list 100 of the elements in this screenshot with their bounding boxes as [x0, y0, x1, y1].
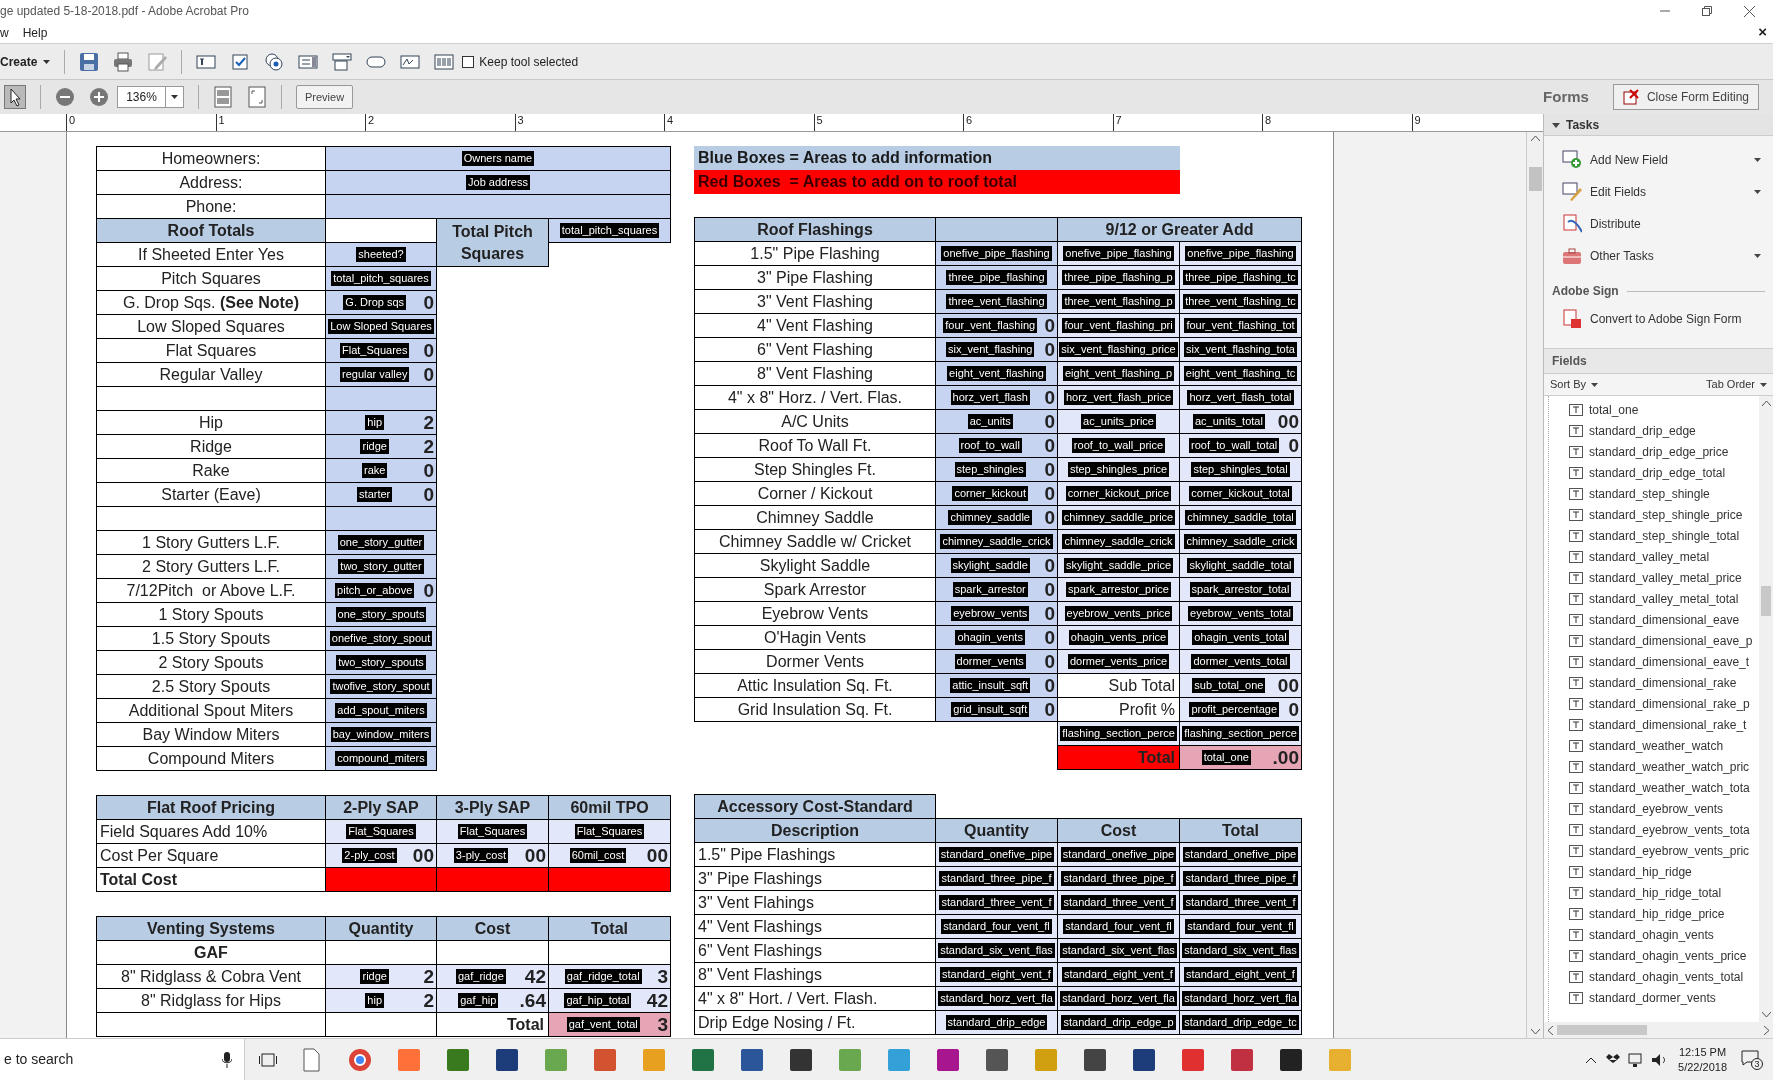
- dropbox-icon[interactable]: [1606, 1053, 1621, 1066]
- form-field[interactable]: standard_four_vent_fl: [1179, 914, 1302, 939]
- form-field[interactable]: Flat_Squares: [548, 819, 671, 844]
- form-field[interactable]: step_shingles 0: [935, 457, 1058, 482]
- form-field[interactable]: Low Sloped Squares: [325, 314, 437, 339]
- barcode-icon[interactable]: [434, 51, 455, 72]
- form-field[interactable]: standard_six_vent_flas: [935, 938, 1058, 963]
- field-list-item[interactable]: standard_dimensional_eave_p: [1569, 630, 1759, 651]
- close-icon[interactable]: [1744, 5, 1755, 17]
- form-field[interactable]: three_vent_flashing_tc: [1179, 289, 1302, 314]
- microphone-icon[interactable]: [222, 1051, 232, 1068]
- form-field[interactable]: flashing_section_perce: [1179, 721, 1302, 746]
- task-view-icon[interactable]: [259, 1051, 277, 1068]
- form-field[interactable]: add_spout_miters: [325, 698, 437, 723]
- page-icon[interactable]: [213, 86, 233, 108]
- form-field[interactable]: standard_three_pipe_f: [1057, 866, 1180, 891]
- search-field[interactable]: e to search: [0, 1039, 245, 1080]
- form-field[interactable]: horz_vert_flash_total: [1179, 385, 1302, 410]
- form-field[interactable]: total_one .00: [1179, 745, 1302, 770]
- field-list-item[interactable]: standard_dimensional_rake_t: [1569, 714, 1759, 735]
- field-list-item[interactable]: standard_drip_edge: [1569, 420, 1759, 441]
- field-list-item[interactable]: standard_dimensional_rake: [1569, 672, 1759, 693]
- form-field[interactable]: step_shingles_total: [1179, 457, 1302, 482]
- checkbox-icon[interactable]: [230, 51, 251, 72]
- task-item[interactable]: Distribute: [1544, 208, 1773, 240]
- form-field[interactable]: six_vent_flashing_tota: [1179, 337, 1302, 362]
- form-field[interactable]: Flat_Squares: [436, 819, 549, 844]
- form-field[interactable]: standard_drip_edge_tc: [1179, 1010, 1302, 1035]
- form-field[interactable]: total_pitch_squares: [325, 266, 437, 291]
- task-item[interactable]: Edit Fields: [1544, 176, 1773, 208]
- scrollbar[interactable]: [1759, 396, 1773, 1022]
- app-icon[interactable]: [1083, 1047, 1107, 1072]
- field-list-item[interactable]: standard_ohagin_vents_price: [1569, 945, 1759, 966]
- scroll-thumb[interactable]: [1761, 586, 1771, 616]
- form-field[interactable]: two_story_spouts: [325, 650, 437, 675]
- form-field[interactable]: Flat_Squares: [325, 819, 437, 844]
- form-field[interactable]: standard_three_pipe_f: [935, 866, 1058, 891]
- form-field[interactable]: standard_three_vent_f: [935, 890, 1058, 915]
- form-field[interactable]: roof_to_wall 0: [935, 433, 1058, 458]
- zoom-in-icon[interactable]: [89, 87, 109, 107]
- form-field[interactable]: step_shingles_price: [1057, 457, 1180, 482]
- form-field[interactable]: standard_drip_edge: [935, 1010, 1058, 1035]
- form-field[interactable]: one_story_gutter: [325, 530, 437, 555]
- form-field[interactable]: skylight_saddle 0: [935, 553, 1058, 578]
- dropdown-icon[interactable]: [332, 51, 353, 72]
- field-list-item[interactable]: standard_dormer_vents: [1569, 987, 1759, 1008]
- field-list-item[interactable]: standard_dimensional_rake_p: [1569, 693, 1759, 714]
- form-field[interactable]: ohagin_vents_total: [1179, 625, 1302, 650]
- form-field[interactable]: chimney_saddle_total: [1179, 505, 1302, 530]
- close-form-editing-button[interactable]: Close Form Editing: [1612, 84, 1759, 110]
- form-field[interactable]: starter 0: [325, 482, 437, 507]
- form-field[interactable]: skylight_saddle_total: [1179, 553, 1302, 578]
- form-field[interactable]: roof_to_wall_price: [1057, 433, 1180, 458]
- sort-dropdown[interactable]: Tab Order: [1706, 376, 1767, 393]
- form-field[interactable]: corner_kickout_total: [1179, 481, 1302, 506]
- form-field[interactable]: gaf_hip_total 42: [548, 988, 671, 1013]
- form-field[interactable]: six_vent_flashing_price: [1057, 337, 1180, 362]
- form-field[interactable]: Flat_Squares 0: [325, 338, 437, 363]
- scroll-thumb[interactable]: [1528, 167, 1542, 191]
- form-field[interactable]: eyebrow_vents 0: [935, 601, 1058, 626]
- field-list-item[interactable]: standard_hip_ridge: [1569, 861, 1759, 882]
- form-field[interactable]: onefive_story_spout: [325, 626, 437, 651]
- form-field[interactable]: flashing_section_perce: [1057, 721, 1180, 746]
- field-list-item[interactable]: standard_step_shingle: [1569, 483, 1759, 504]
- field-list-item[interactable]: standard_eyebrow_vents_tota: [1569, 819, 1759, 840]
- scroll-up-icon[interactable]: [1530, 135, 1540, 141]
- form-field[interactable]: G. Drop sqs 0: [325, 290, 437, 315]
- form-field[interactable]: skylight_saddle_price: [1057, 553, 1180, 578]
- form-field[interactable]: profit_percentage 0: [1179, 697, 1302, 722]
- menu-item[interactable]: w: [0, 23, 9, 42]
- form-field[interactable]: [325, 386, 437, 411]
- form-field[interactable]: three_pipe_flashing_tc: [1179, 265, 1302, 290]
- sort-dropdown[interactable]: Sort By: [1550, 376, 1599, 393]
- scrollbar[interactable]: [1544, 1022, 1773, 1038]
- form-field[interactable]: Job address: [325, 170, 671, 195]
- form-field[interactable]: [325, 194, 671, 219]
- notifications-button[interactable]: 3: [1741, 1049, 1763, 1070]
- field-list-item[interactable]: standard_valley_metal_total: [1569, 588, 1759, 609]
- form-field[interactable]: hip 2: [325, 988, 437, 1013]
- form-field[interactable]: six_vent_flashing 0: [935, 337, 1058, 362]
- form-field[interactable]: ohagin_vents 0: [935, 625, 1058, 650]
- zoom-out-icon[interactable]: [55, 87, 75, 107]
- form-field[interactable]: ridge 2: [325, 434, 437, 459]
- save-icon[interactable]: [79, 51, 100, 72]
- form-field[interactable]: standard_three_vent_f: [1179, 890, 1302, 915]
- field-list-item[interactable]: standard_ohagin_vents_total: [1569, 966, 1759, 987]
- menu-item[interactable]: Help: [22, 23, 48, 42]
- form-field[interactable]: eight_vent_flashing_tc: [1179, 361, 1302, 386]
- field-list-item[interactable]: standard_dimensional_eave_t: [1569, 651, 1759, 672]
- form-field[interactable]: gaf_ridge_total 3: [548, 964, 671, 989]
- app-icon[interactable]: [1279, 1047, 1303, 1072]
- form-field[interactable]: four_vent_flashing 0: [935, 313, 1058, 338]
- scroll-right-icon[interactable]: [1764, 1025, 1770, 1035]
- form-field[interactable]: standard_horz_vert_fla: [1179, 986, 1302, 1011]
- form-field[interactable]: standard_eight_vent_f: [935, 962, 1058, 987]
- form-field[interactable]: onefive_pipe_flashing: [935, 241, 1058, 266]
- form-field[interactable]: pitch_or_above 0: [325, 578, 437, 603]
- clock[interactable]: 12:15 PM 5/22/2018: [1678, 1044, 1727, 1075]
- scroll-thumb[interactable]: [1557, 1025, 1647, 1035]
- task-item[interactable]: Convert to Adobe Sign Form: [1544, 302, 1773, 336]
